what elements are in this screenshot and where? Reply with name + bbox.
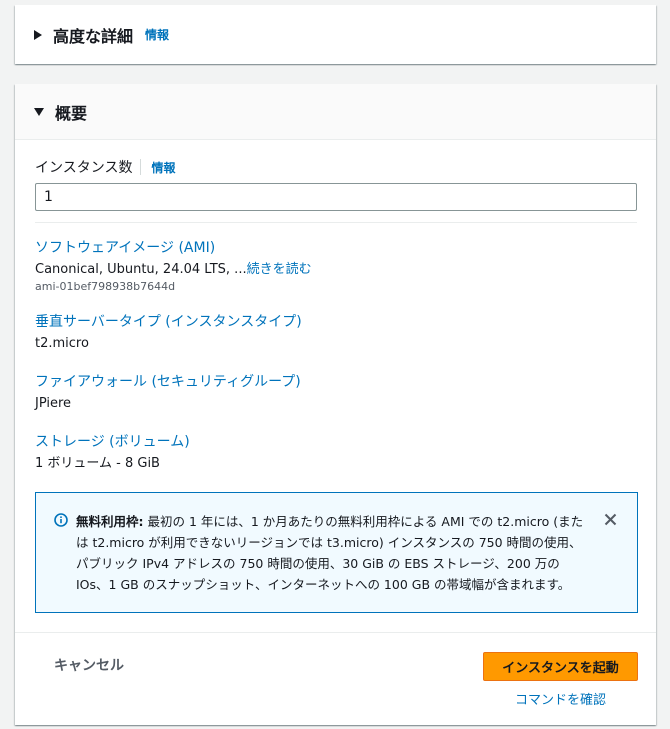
instance-type-link[interactable]: 垂直サーバータイプ (インスタンスタイプ) bbox=[35, 312, 638, 332]
ami-value-row: Canonical, Ubuntu, 24.04 LTS, ...続きを読む bbox=[35, 260, 638, 280]
free-tier-alert: 無料利用枠: 最初の 1 年には、1 か月あたりの無料利用枠による AMI での… bbox=[35, 492, 638, 613]
instance-type-section: 垂直サーバータイプ (インスタンスタイプ) t2.micro bbox=[35, 312, 638, 354]
firewall-value: JPiere bbox=[35, 396, 72, 411]
storage-value: 1 ボリューム - 8 GiB bbox=[35, 456, 160, 471]
advanced-details-header[interactable]: 高度な詳細 情報 bbox=[15, 5, 656, 64]
advanced-info-link[interactable]: 情報 bbox=[145, 26, 169, 43]
ami-read-more-link[interactable]: 続きを読む bbox=[247, 262, 312, 277]
alert-text: 最初の 1 年には、1 か月あたりの無料利用枠による AMI での t2.mic… bbox=[76, 514, 584, 592]
caret-right-icon bbox=[34, 29, 42, 40]
review-commands-link[interactable]: コマンドを確認 bbox=[515, 689, 606, 708]
instance-type-value: t2.micro bbox=[35, 336, 89, 351]
summary-panel: 概要 インスタンス数 情報 ソフトウェアイメージ (AMI) Canonical… bbox=[15, 84, 656, 725]
ami-section: ソフトウェアイメージ (AMI) Canonical, Ubuntu, 24.0… bbox=[35, 238, 638, 294]
summary-header[interactable]: 概要 bbox=[15, 84, 656, 140]
alert-heading: 無料利用枠: bbox=[76, 514, 144, 529]
summary-title: 概要 bbox=[55, 103, 88, 123]
advanced-details-panel: 高度な詳細 情報 bbox=[15, 5, 656, 64]
instance-count-label-row: インスタンス数 情報 bbox=[35, 156, 638, 178]
instance-count-info-link[interactable]: 情報 bbox=[151, 159, 175, 176]
advanced-details-title: 高度な詳細 bbox=[53, 26, 134, 46]
label-separator bbox=[140, 159, 142, 175]
caret-down-icon bbox=[34, 107, 44, 116]
instance-count-label: インスタンス数 bbox=[35, 160, 133, 176]
launch-instance-button[interactable]: インスタンスを起動 bbox=[483, 652, 638, 681]
summary-body: インスタンス数 情報 ソフトウェアイメージ (AMI) Canonical, U… bbox=[15, 140, 656, 474]
ami-link[interactable]: ソフトウェアイメージ (AMI) bbox=[35, 238, 638, 258]
divider bbox=[35, 222, 637, 223]
ami-id: ami-01bef798938b7644d bbox=[35, 280, 176, 293]
firewall-section: ファイアウォール (セキュリティグループ) JPiere bbox=[35, 372, 638, 414]
close-icon[interactable] bbox=[604, 513, 617, 526]
summary-footer: キャンセル インスタンスを起動 コマンドを確認 bbox=[15, 632, 656, 726]
storage-section: ストレージ (ボリューム) 1 ボリューム - 8 GiB bbox=[35, 432, 638, 474]
info-circle-icon bbox=[54, 513, 68, 527]
firewall-link[interactable]: ファイアウォール (セキュリティグループ) bbox=[35, 372, 638, 392]
instance-count-input[interactable] bbox=[35, 183, 637, 211]
cancel-button[interactable]: キャンセル bbox=[54, 655, 124, 675]
storage-link[interactable]: ストレージ (ボリューム) bbox=[35, 432, 638, 452]
ami-value: Canonical, Ubuntu, 24.04 LTS, ... bbox=[35, 262, 247, 277]
